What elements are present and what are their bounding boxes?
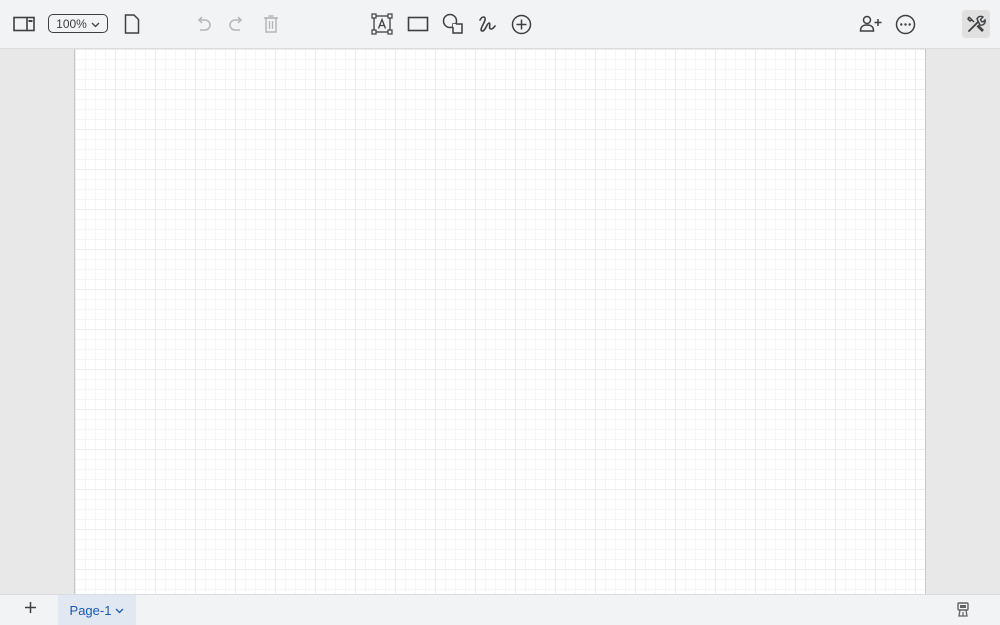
tools-icon xyxy=(966,14,986,34)
page-tabs-bar: Page-1 xyxy=(0,594,1000,625)
sidebar-panel-icon xyxy=(13,16,35,32)
trash-icon xyxy=(263,15,279,33)
page-tab-label: Page-1 xyxy=(69,603,112,618)
format-panel-button[interactable] xyxy=(10,10,38,38)
more-button[interactable] xyxy=(891,10,919,38)
zoom-value: 100% xyxy=(56,16,87,31)
freehand-tool-button[interactable] xyxy=(473,10,501,38)
rectangle-icon xyxy=(407,16,429,32)
redo-icon xyxy=(228,16,246,32)
share-button[interactable] xyxy=(857,10,885,38)
rectangle-tool-button[interactable] xyxy=(404,10,432,38)
plus-icon xyxy=(24,601,37,619)
add-page-button[interactable] xyxy=(18,599,42,621)
redo-button[interactable] xyxy=(223,10,251,38)
zoom-dropdown[interactable]: 100% xyxy=(48,14,108,33)
page-setup-button[interactable] xyxy=(118,10,146,38)
undo-button[interactable] xyxy=(189,10,217,38)
insert-button[interactable] xyxy=(507,10,535,38)
plus-circle-icon xyxy=(511,14,532,35)
text-tool-button[interactable] xyxy=(368,10,396,38)
status-icon[interactable] xyxy=(954,601,972,619)
chevron-down-icon xyxy=(115,608,124,614)
tools-toggle-button[interactable] xyxy=(962,10,990,38)
toolbar: 100% xyxy=(0,0,1000,49)
shapes-icon xyxy=(442,13,464,35)
page-icon xyxy=(124,14,140,34)
freehand-icon xyxy=(477,14,497,34)
delete-button[interactable] xyxy=(257,10,285,38)
page-tab-page-1[interactable]: Page-1 xyxy=(58,595,136,625)
canvas-workspace xyxy=(0,49,1000,594)
chevron-down-icon xyxy=(91,17,100,31)
diagram-editor: 100% Page-1 xyxy=(0,0,1000,625)
shapes-tool-button[interactable] xyxy=(439,10,467,38)
more-icon xyxy=(895,14,916,35)
text-box-icon xyxy=(371,13,393,35)
undo-icon xyxy=(194,16,212,32)
diagram-page-canvas[interactable] xyxy=(74,49,926,594)
add-user-icon xyxy=(859,15,883,33)
